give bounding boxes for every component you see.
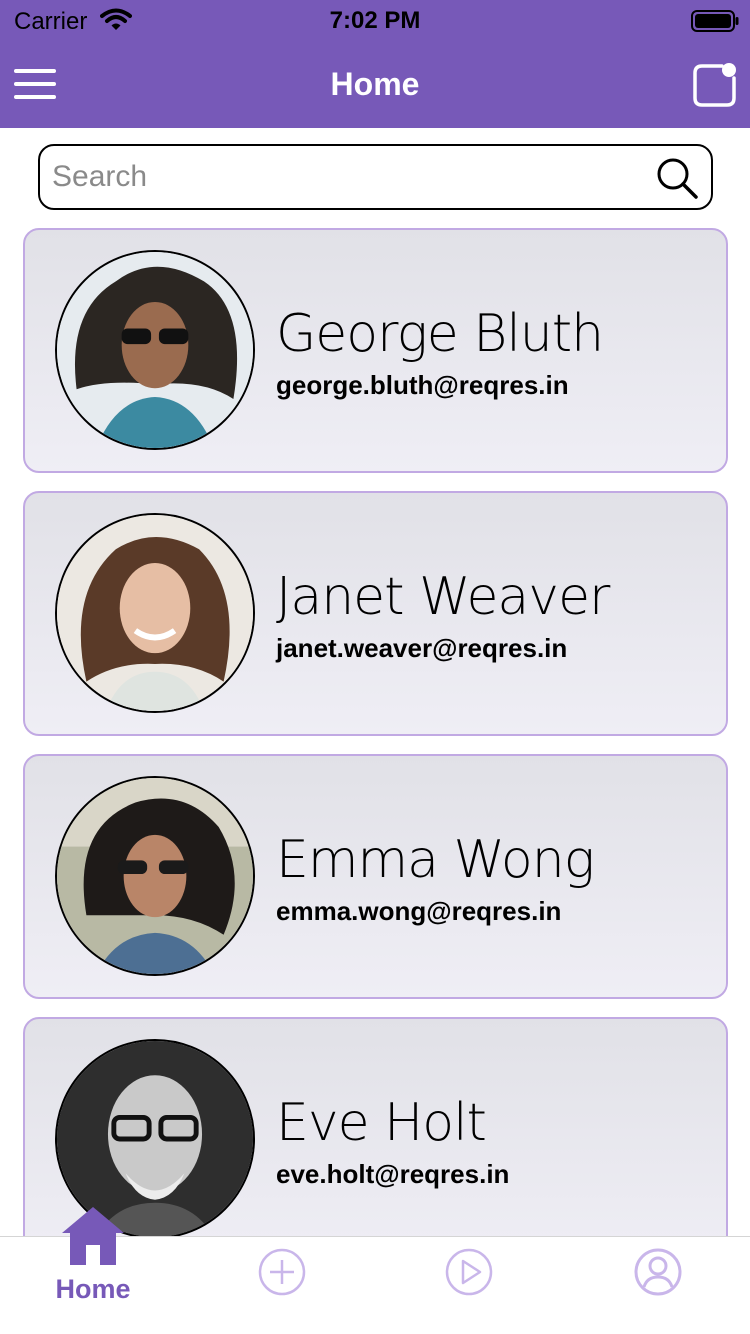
tab-play[interactable] [444,1237,494,1334]
tab-bar: Home [0,1207,750,1334]
user-name: George Bluth [276,304,604,364]
user-card[interactable]: Janet Weaver janet.weaver@reqres.in [23,491,728,736]
tab-home-label: Home [55,1274,131,1304]
user-email: eve.holt@reqres.in [276,1159,510,1189]
user-name: Emma Wong [276,830,595,890]
add-icon [258,1248,306,1296]
user-email: george.bluth@reqres.in [276,370,569,400]
user-email: janet.weaver@reqres.in [276,633,568,663]
user-card[interactable]: Emma Wong emma.wong@reqres.in [23,754,728,999]
user-card[interactable]: George Bluth george.bluth@reqres.in [23,228,728,473]
tab-add[interactable] [257,1237,307,1334]
tab-home[interactable]: Home [40,1207,146,1334]
user-name: Janet Weaver [276,567,610,627]
user-name: Eve Holt [276,1093,487,1153]
avatar-photo [57,778,253,974]
user-card[interactable]: Eve Holt eve.holt@reqres.in [23,1017,728,1236]
user-list: George Bluth george.bluth@reqres.in Jane… [0,0,750,1236]
avatar [55,776,255,976]
profile-icon [634,1248,682,1296]
avatar [55,513,255,713]
avatar [55,250,255,450]
avatar-photo [57,252,253,448]
user-email: emma.wong@reqres.in [276,896,562,926]
home-icon [62,1207,124,1265]
play-icon [445,1248,493,1296]
avatar-photo [57,515,253,711]
tab-profile[interactable] [633,1237,683,1334]
